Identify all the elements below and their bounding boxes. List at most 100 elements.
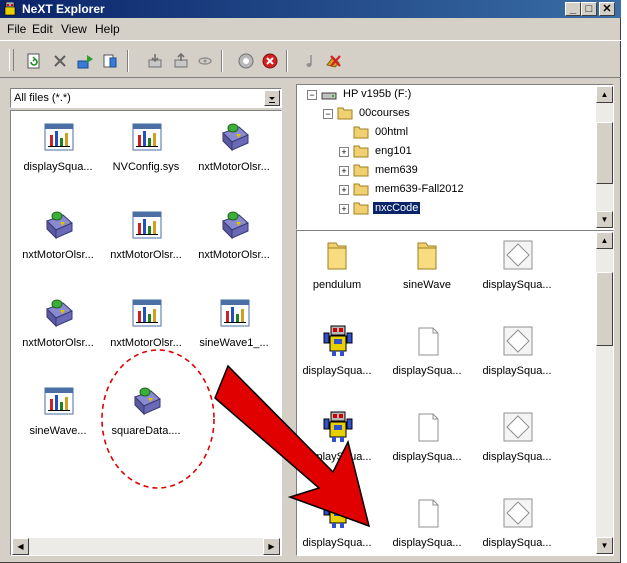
scroll-up-icon[interactable]: ▲ xyxy=(596,232,613,249)
folder-icon xyxy=(353,182,369,199)
tree-item-label: nxcCode xyxy=(373,202,421,214)
pc-file-item[interactable]: displaySqua... xyxy=(471,237,563,297)
nxt-file-item[interactable]: displaySqua... xyxy=(12,119,104,179)
diamond-file-icon xyxy=(502,239,534,271)
play-icon[interactable] xyxy=(236,51,256,71)
file-name: displaySqua... xyxy=(302,365,372,377)
pc-file-item[interactable]: displaySqua... xyxy=(381,323,473,383)
tree-item-label: mem639-Fall2012 xyxy=(375,183,464,195)
maximize-button[interactable]: □ xyxy=(581,2,597,16)
nxt-file-item[interactable]: nxtMotorOlsr... xyxy=(100,207,192,267)
pc-file-item[interactable]: displaySqua... xyxy=(471,495,563,555)
next-explorer-window: NeXT Explorer _ □ ✕ File Edit View Help xyxy=(0,0,621,563)
pc-file-item[interactable]: displaySqua... xyxy=(297,495,383,555)
pc-file-item[interactable]: displaySqua... xyxy=(471,323,563,383)
nxt-file-item[interactable]: nxtMotorOlsr... xyxy=(12,295,104,355)
minimize-button[interactable]: _ xyxy=(565,2,581,16)
file-name: squareData.... xyxy=(111,425,181,437)
chart-file-icon xyxy=(43,385,75,417)
menu-view[interactable]: View xyxy=(61,22,87,36)
pc-file-item[interactable]: displaySqua... xyxy=(381,495,473,555)
pc-file-item[interactable]: displaySqua... xyxy=(471,409,563,469)
nxt-file-item[interactable]: nxtMotorOlsr... xyxy=(188,119,280,179)
file-name: displaySqua... xyxy=(482,279,552,291)
chart-file-icon xyxy=(219,297,251,329)
scroll-right-icon[interactable]: ▶ xyxy=(263,538,280,555)
tree-vertical-scrollbar[interactable]: ▲ ▼ xyxy=(596,86,613,228)
scroll-down-icon[interactable]: ▼ xyxy=(596,537,613,554)
menu-help[interactable]: Help xyxy=(95,22,120,36)
toolbar-grip[interactable] xyxy=(9,49,14,71)
tree-item[interactable]: − 00courses xyxy=(323,105,523,123)
tree-item[interactable]: 00html xyxy=(339,124,539,142)
menu-file[interactable]: File xyxy=(7,22,26,36)
link-icon[interactable] xyxy=(195,51,215,71)
horizontal-scrollbar[interactable]: ◀ ▶ xyxy=(12,538,280,555)
erase-icon[interactable] xyxy=(324,51,344,71)
file-filter-dropdown[interactable]: All files (*.*) xyxy=(10,88,282,108)
collapse-icon[interactable]: − xyxy=(307,90,317,100)
export-icon[interactable] xyxy=(171,51,191,71)
scroll-down-icon[interactable]: ▼ xyxy=(596,211,613,228)
tree-item-label: 00html xyxy=(375,126,409,138)
tree-item-label: 00courses xyxy=(359,107,410,119)
nxt-file-item[interactable]: sineWave... xyxy=(12,383,104,443)
scroll-left-icon[interactable]: ◀ xyxy=(12,538,29,555)
upload-icon[interactable] xyxy=(76,51,96,71)
music-icon[interactable] xyxy=(300,51,320,71)
program-book-icon xyxy=(131,385,163,417)
menu-bar: File Edit View Help xyxy=(0,19,621,38)
pc-file-item[interactable]: displaySqua... xyxy=(297,323,383,383)
close-button[interactable]: ✕ xyxy=(599,2,615,16)
pc-file-item[interactable]: displaySqua... xyxy=(381,409,473,469)
nxt-file-item[interactable]: NVConfig.sys xyxy=(100,119,192,179)
expand-icon[interactable]: + xyxy=(339,185,349,195)
tree-item-label: HP v195b (F:) xyxy=(343,88,412,100)
scroll-thumb[interactable] xyxy=(596,122,613,184)
file-name: nxtMotorOlsr... xyxy=(110,337,182,349)
title-bar[interactable]: NeXT Explorer _ □ ✕ xyxy=(0,0,621,18)
properties-icon[interactable] xyxy=(100,51,120,71)
expand-icon[interactable]: + xyxy=(339,166,349,176)
tree-item[interactable]: − HP v195b (F:) xyxy=(307,86,507,104)
nxt-file-item[interactable]: nxtMotorOlsr... xyxy=(12,207,104,267)
nxt-file-item[interactable]: nxtMotorOlsr... xyxy=(100,295,192,355)
files-vertical-scrollbar[interactable]: ▲ ▼ xyxy=(596,232,613,554)
file-name: displaySqua... xyxy=(392,451,462,463)
expand-icon[interactable]: + xyxy=(339,147,349,157)
file-name: displaySqua... xyxy=(482,365,552,377)
toolbar-separator xyxy=(286,50,288,72)
file-name: nxtMotorOlsr... xyxy=(198,161,270,173)
tree-item[interactable]: + mem639 xyxy=(339,162,539,180)
file-name: displaySqua... xyxy=(23,161,93,173)
refresh-icon[interactable] xyxy=(24,51,44,71)
pc-file-item[interactable]: pendulum xyxy=(297,237,383,297)
nxt-file-item[interactable]: squareData.... xyxy=(100,383,192,443)
tree-item-label: mem639 xyxy=(375,164,418,176)
file-name: NVConfig.sys xyxy=(112,161,180,173)
scroll-up-icon[interactable]: ▲ xyxy=(596,86,613,103)
file-name: nxtMotorOlsr... xyxy=(198,249,270,261)
nxt-file-item[interactable]: nxtMotorOlsr... xyxy=(188,207,280,267)
scroll-thumb[interactable] xyxy=(596,272,613,346)
pc-file-item[interactable]: sineWave xyxy=(381,237,473,297)
tree-item[interactable]: + mem639-Fall2012 xyxy=(339,181,539,199)
blank-file-icon xyxy=(412,497,444,529)
toolbar xyxy=(0,40,621,78)
folder-icon xyxy=(353,144,369,161)
delete-icon[interactable] xyxy=(50,51,70,71)
tree-item[interactable]: + nxcCode xyxy=(339,200,539,218)
folder-icon xyxy=(412,239,444,271)
expand-icon[interactable]: + xyxy=(339,204,349,214)
stop-icon[interactable] xyxy=(260,51,280,71)
pc-file-item[interactable]: displaySqua... xyxy=(297,409,383,469)
diamond-file-icon xyxy=(502,411,534,443)
menu-edit[interactable]: Edit xyxy=(32,22,53,36)
folder-icon xyxy=(353,125,369,142)
collapse-icon[interactable]: − xyxy=(323,109,333,119)
download-icon[interactable] xyxy=(145,51,165,71)
nxt-file-item[interactable]: sineWave1_... xyxy=(188,295,280,355)
tree-item[interactable]: + eng101 xyxy=(339,143,539,161)
dropdown-arrow-icon[interactable] xyxy=(264,90,280,106)
folder-icon xyxy=(353,163,369,180)
